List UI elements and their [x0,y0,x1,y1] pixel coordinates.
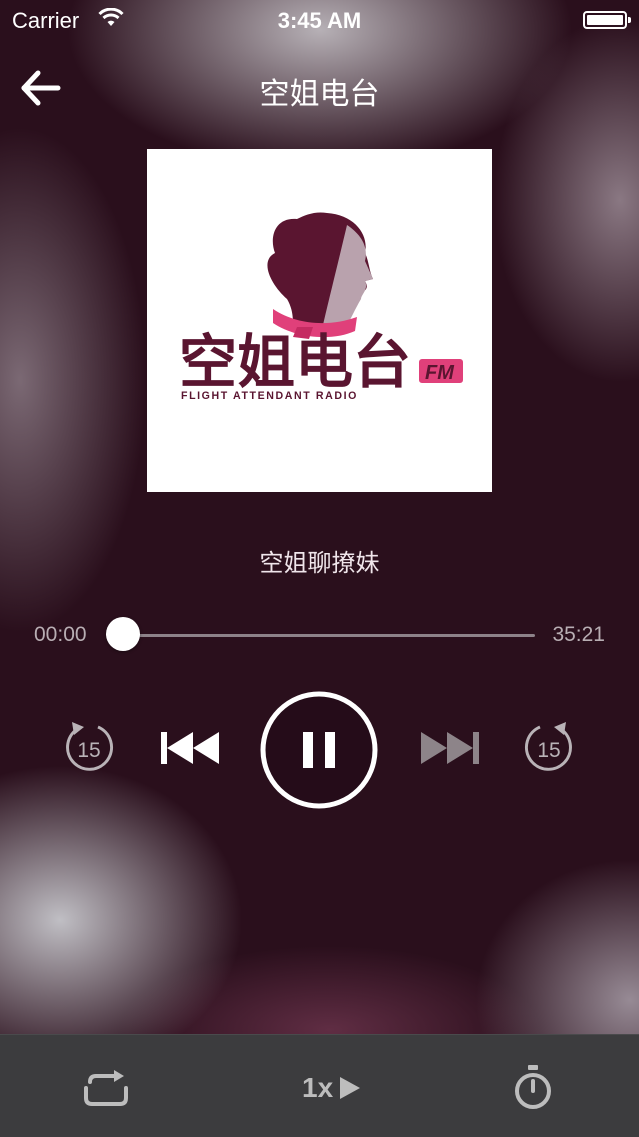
playback-controls: 15 15 [0,690,639,810]
next-icon [421,732,479,764]
sleep-timer-button[interactable] [512,1065,554,1111]
progress-track[interactable] [124,634,535,637]
logo-subtitle: FLIGHT ATTENDANT RADIO [181,390,358,402]
next-button[interactable] [418,728,482,768]
play-triangle-icon [340,1077,360,1099]
episode-title: 空姐聊撩妹 [259,550,380,577]
pause-icon [260,691,378,809]
logo-badge: FM [425,362,455,384]
speed-button[interactable]: 1x [302,1071,364,1105]
svg-text:15: 15 [77,739,100,762]
battery-icon [583,11,631,29]
rewind-15-button[interactable]: 15 [60,718,118,776]
progress-knob[interactable] [106,617,140,651]
forward-15-button[interactable]: 15 [520,718,578,776]
replay-15-icon: 15 [66,722,114,771]
current-time: 00:00 [34,623,87,646]
logo-text: 空姐电台 [179,328,411,396]
page-title: 空姐电台 [259,78,380,111]
status-bar: Carrier 3:45 AM [0,0,639,40]
forward-15-icon: 15 [524,722,572,771]
previous-button[interactable] [158,728,222,768]
timer-icon [515,1065,551,1109]
loop-button[interactable] [82,1068,130,1108]
svg-text:15: 15 [537,739,560,762]
loop-icon [84,1070,128,1106]
pause-button[interactable] [259,690,379,810]
progress-area: 00:00 35:21 [0,615,639,657]
speed-label: 1x [302,1072,334,1103]
total-time: 35:21 [552,623,605,646]
navigation-bar: 空姐电台 [0,55,639,115]
clock: 3:45 AM [277,8,362,33]
flight-attendant-radio-logo: 空姐电台 FM FLIGHT ATTENDANT RADIO [179,212,463,402]
bottom-toolbar: 1x [0,1034,639,1137]
album-cover: 空姐电台 FM FLIGHT ATTENDANT RADIO [147,149,492,492]
previous-icon [161,732,219,764]
